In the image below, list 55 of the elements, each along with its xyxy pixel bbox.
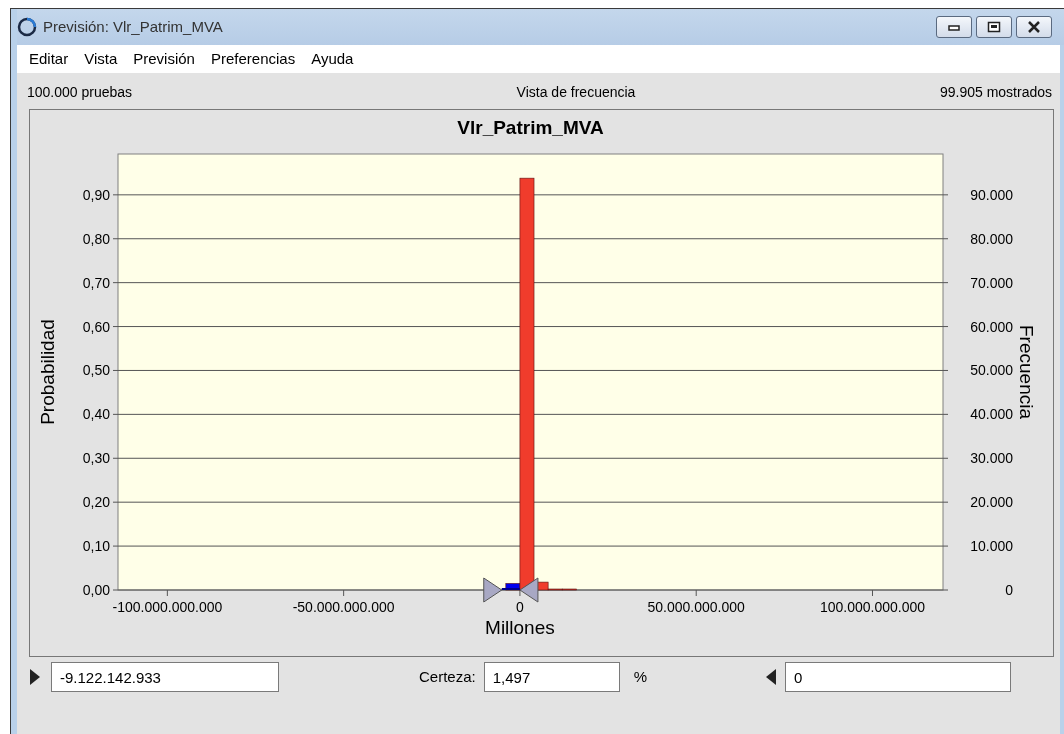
minimize-icon: [948, 23, 960, 31]
upper-bound-field[interactable]: 0: [785, 662, 1012, 692]
x-tick-label: 0: [516, 599, 524, 615]
y-tick-label: 30.000: [970, 450, 1013, 467]
y-tick-label: 0,90: [82, 186, 110, 203]
y-tick-label: 0,40: [82, 406, 110, 423]
maximize-icon: [987, 21, 1001, 33]
menu-item[interactable]: Editar: [23, 47, 79, 71]
x-axis-title: Millones: [485, 617, 555, 638]
upper-bound-handle[interactable]: [519, 577, 539, 603]
percent-label: %: [633, 666, 648, 687]
menu-item[interactable]: Vista: [78, 47, 128, 71]
range-line: [500, 588, 521, 590]
x-tick-label: 50.000.000.000: [647, 599, 745, 615]
right-triangle-icon[interactable]: [29, 668, 41, 686]
y-tick-label: 0,10: [82, 538, 110, 555]
certainty-field[interactable]: 1,497: [483, 662, 620, 692]
y-tick-label: 50.000: [970, 362, 1013, 379]
y-tick-label: 90.000: [970, 186, 1013, 203]
window-title: Previsión: Vlr_Patrim_MVA: [43, 16, 223, 37]
y-tick-label: 0,30: [82, 450, 110, 467]
menu-item[interactable]: Previsión: [127, 47, 205, 71]
y-tick-label: 0,80: [82, 230, 110, 247]
lower-bound-field[interactable]: -9.122.142.933: [51, 662, 279, 692]
menu-item[interactable]: Preferencias: [204, 47, 306, 71]
y-tick-label: 20.000: [970, 494, 1013, 511]
y-tick-label: 80.000: [970, 230, 1013, 247]
y-tick-label: 0,70: [82, 274, 110, 291]
chart-title: Vlr_Patrim_MVA: [457, 117, 604, 138]
x-tick-label: 100.000.000.000: [819, 599, 926, 615]
close-icon: [1027, 21, 1041, 33]
certainty-label: Certeza:: [419, 666, 476, 687]
y-tick-label: 10.000: [970, 538, 1013, 555]
y-tick-label: 0,00: [82, 582, 110, 598]
minimize-button[interactable]: [936, 16, 972, 38]
y-tick-label: 70.000: [970, 274, 1013, 291]
x-tick-label: -100.000.000.000: [112, 599, 223, 615]
lower-bound-handle[interactable]: [483, 577, 503, 603]
y-axis-title: Frecuencia: [1016, 325, 1037, 419]
menu-item[interactable]: Ayuda: [305, 47, 364, 71]
left-triangle-icon[interactable]: [765, 668, 778, 686]
y-tick-label: 60.000: [970, 318, 1013, 335]
y-tick-label: 0,20: [82, 494, 110, 511]
view-title: Vista de frecuencia: [516, 82, 636, 102]
y-tick-label: 40.000: [970, 406, 1013, 423]
close-button[interactable]: [1016, 16, 1052, 38]
trials-count: 100.000 pruebas: [27, 82, 133, 102]
x-tick-label: -50.000.000.000: [292, 599, 395, 615]
y-tick-label: 0: [1005, 582, 1013, 598]
app-logo-icon: [17, 17, 37, 37]
shown-count: 99.905 mostrados: [939, 82, 1052, 102]
maximize-button[interactable]: [976, 16, 1012, 38]
y-tick-label: 0,60: [82, 318, 110, 335]
y-axis-title: Probabilidad: [37, 319, 58, 425]
y-tick-label: 0,50: [82, 362, 110, 379]
